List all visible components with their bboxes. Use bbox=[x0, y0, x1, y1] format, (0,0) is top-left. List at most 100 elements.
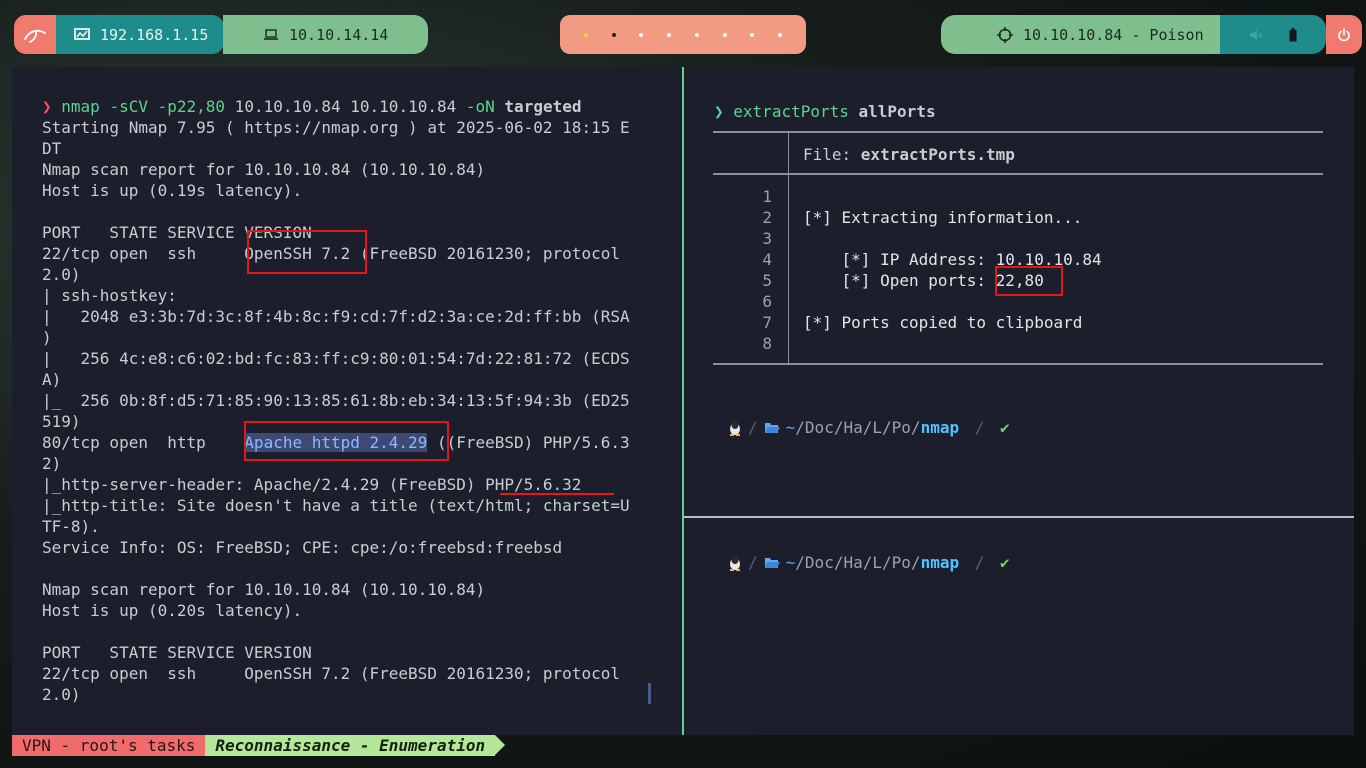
workspace-4[interactable] bbox=[667, 32, 672, 37]
line-number: 2 bbox=[762, 208, 772, 227]
path-segment: Po bbox=[891, 553, 911, 572]
output-line: Service Info: OS: FreeBSD; CPE: cpe:/o:f… bbox=[42, 538, 563, 557]
path-segment: L bbox=[872, 418, 883, 437]
output-line: |_http-title: Site doesn't have a title … bbox=[42, 496, 630, 515]
output-line: |_http-server-header: Apache/2.4.29 (Fre… bbox=[42, 475, 582, 494]
shell-prompt: / ~ / Doc / Ha / L / Po / nmap / ✔ bbox=[724, 416, 1014, 439]
openssh-highlight-box bbox=[247, 230, 367, 274]
battery-icon bbox=[1289, 27, 1297, 41]
path-home: ~ bbox=[785, 553, 796, 572]
prompt-separator: / bbox=[965, 553, 994, 572]
cmd-arg: allPorts bbox=[858, 102, 936, 121]
extractports-command-line: ❯ extractPorts allPorts bbox=[714, 102, 936, 121]
volume-muted-icon[interactable] bbox=[1249, 29, 1263, 41]
local-ip-indicator: 192.168.1.15 bbox=[56, 15, 224, 54]
output-line: | 2048 e3:3b:7d:3c:8f:4b:8c:f9:cd:7f:d2:… bbox=[42, 307, 630, 326]
bat-file-header: File: extractPorts.tmp bbox=[803, 145, 1015, 164]
prompt-arrow: ❯ bbox=[714, 102, 724, 121]
power-button[interactable] bbox=[1326, 15, 1362, 54]
path-current: nmap bbox=[920, 418, 960, 437]
target-indicator: 10.10.10.84 - Poison bbox=[941, 15, 1220, 54]
path-segment: Doc bbox=[804, 553, 834, 572]
output-line: PORT STATE SERVICE VERSION bbox=[42, 643, 312, 662]
tmux-status-bar: VPN - root's tasks Reconnaissance - Enum… bbox=[12, 735, 505, 756]
workspace-switcher bbox=[560, 15, 806, 54]
vpn-ip-indicator: 10.10.14.14 bbox=[223, 15, 428, 54]
target-text: 10.10.10.84 - Poison bbox=[1023, 25, 1204, 44]
folder-open-icon bbox=[764, 558, 780, 568]
output-line: | ssh-hostkey: bbox=[42, 286, 177, 305]
output-line: ) bbox=[42, 328, 52, 347]
cmd-out-file: targeted bbox=[504, 97, 582, 116]
left-pane[interactable]: ❯ nmap -sCV -p22,80 10.10.10.84 10.10.10… bbox=[12, 67, 682, 735]
line-number: 8 bbox=[762, 334, 772, 353]
path-segment: Ha bbox=[843, 553, 863, 572]
output-line: 519) bbox=[42, 412, 81, 431]
path-home: ~ bbox=[785, 418, 796, 437]
cmd-program: nmap bbox=[61, 97, 100, 116]
line-number: 1 bbox=[762, 187, 772, 206]
network-monitor-icon bbox=[74, 27, 90, 40]
tmux-window-name[interactable]: Reconnaissance - Enumeration bbox=[205, 735, 505, 756]
workspace-5[interactable] bbox=[694, 32, 699, 37]
bat-bottom-rule bbox=[713, 363, 1323, 365]
output-line: Host is up (0.19s latency). bbox=[42, 181, 303, 200]
cmd-args: 10.10.10.84 10.10.10.84 bbox=[225, 97, 466, 116]
http-port-prefix: 80/tcp open http bbox=[42, 433, 245, 452]
output-line: 2) bbox=[42, 454, 62, 473]
checkmark-icon: ✔ bbox=[1000, 553, 1010, 572]
terminal-cursor bbox=[648, 683, 651, 704]
output-line: Nmap scan report for 10.10.10.84 (10.10.… bbox=[42, 580, 486, 599]
path-segment: Doc bbox=[804, 418, 834, 437]
output-line: Nmap scan report for 10.10.10.84 (10.10.… bbox=[42, 160, 486, 179]
file-line: [*] Extracting information... bbox=[803, 208, 1083, 227]
path-current: nmap bbox=[920, 553, 960, 572]
workspace-3[interactable] bbox=[639, 32, 644, 37]
prompt-arrow: ❯ bbox=[42, 97, 52, 116]
pane-divider-horizontal[interactable] bbox=[684, 516, 1354, 518]
file-line: [*] Ports copied to clipboard bbox=[803, 313, 1083, 332]
file-name: extractPorts.tmp bbox=[860, 145, 1015, 164]
cmd-flags: -sCV -p22,80 bbox=[109, 97, 226, 116]
folder-open-icon bbox=[764, 423, 780, 433]
line-number: 7 bbox=[762, 313, 772, 332]
checkmark-icon: ✔ bbox=[1000, 418, 1010, 437]
output-line: DT bbox=[42, 139, 62, 158]
output-line: |_ 256 0b:8f:d5:71:85:90:13:85:61:8b:eb:… bbox=[42, 391, 630, 410]
output-line: TF-8). bbox=[42, 517, 100, 536]
workspace-8[interactable] bbox=[778, 32, 783, 37]
local-ip-text: 192.168.1.15 bbox=[100, 25, 209, 44]
php-version-underline bbox=[500, 493, 614, 495]
open-ports-highlight-box bbox=[995, 266, 1063, 296]
terminal-window[interactable]: ❯ nmap -sCV -p22,80 10.10.10.84 10.10.10… bbox=[12, 67, 1354, 735]
output-line: 2.0) bbox=[42, 685, 81, 704]
pane-divider-vertical[interactable] bbox=[682, 67, 684, 735]
workspace-1[interactable] bbox=[583, 32, 588, 37]
power-icon bbox=[1338, 27, 1350, 41]
bat-top-rule bbox=[713, 131, 1323, 133]
output-line: Host is up (0.20s latency). bbox=[42, 601, 303, 620]
vpn-ip-text: 10.10.14.14 bbox=[289, 25, 389, 44]
crosshair-icon bbox=[997, 26, 1013, 43]
nmap-command-line: ❯ nmap -sCV -p22,80 10.10.10.84 10.10.10… bbox=[42, 96, 581, 117]
http-port-rest: ((FreeBSD) PHP/5.6.3 bbox=[427, 433, 630, 452]
workspace-2[interactable] bbox=[611, 32, 616, 37]
output-line: | 256 4c:e8:c6:02:bd:fc:83:ff:c9:80:01:5… bbox=[42, 349, 630, 368]
workspace-7[interactable] bbox=[750, 32, 755, 37]
line-number: 3 bbox=[762, 229, 772, 248]
prompt-separator: / bbox=[748, 418, 758, 437]
kali-menu-button[interactable] bbox=[14, 15, 56, 54]
bat-gutter-rule bbox=[788, 133, 789, 363]
shell-prompt: / ~ / Doc / Ha / L / Po / nmap / ✔ bbox=[724, 551, 1014, 574]
output-line: 2.0) bbox=[42, 265, 81, 284]
path-segment: Po bbox=[891, 418, 911, 437]
line-number: 6 bbox=[762, 292, 772, 311]
workspace-6[interactable] bbox=[722, 32, 727, 37]
cmd-program: extractPorts bbox=[733, 102, 849, 121]
kali-dragon-icon bbox=[24, 29, 46, 43]
path-segment: Ha bbox=[843, 418, 863, 437]
tmux-session-name[interactable]: VPN - root's tasks bbox=[12, 735, 206, 756]
bat-header-rule bbox=[713, 173, 1323, 175]
prompt-separator: / bbox=[965, 418, 994, 437]
laptop-icon bbox=[264, 28, 278, 40]
